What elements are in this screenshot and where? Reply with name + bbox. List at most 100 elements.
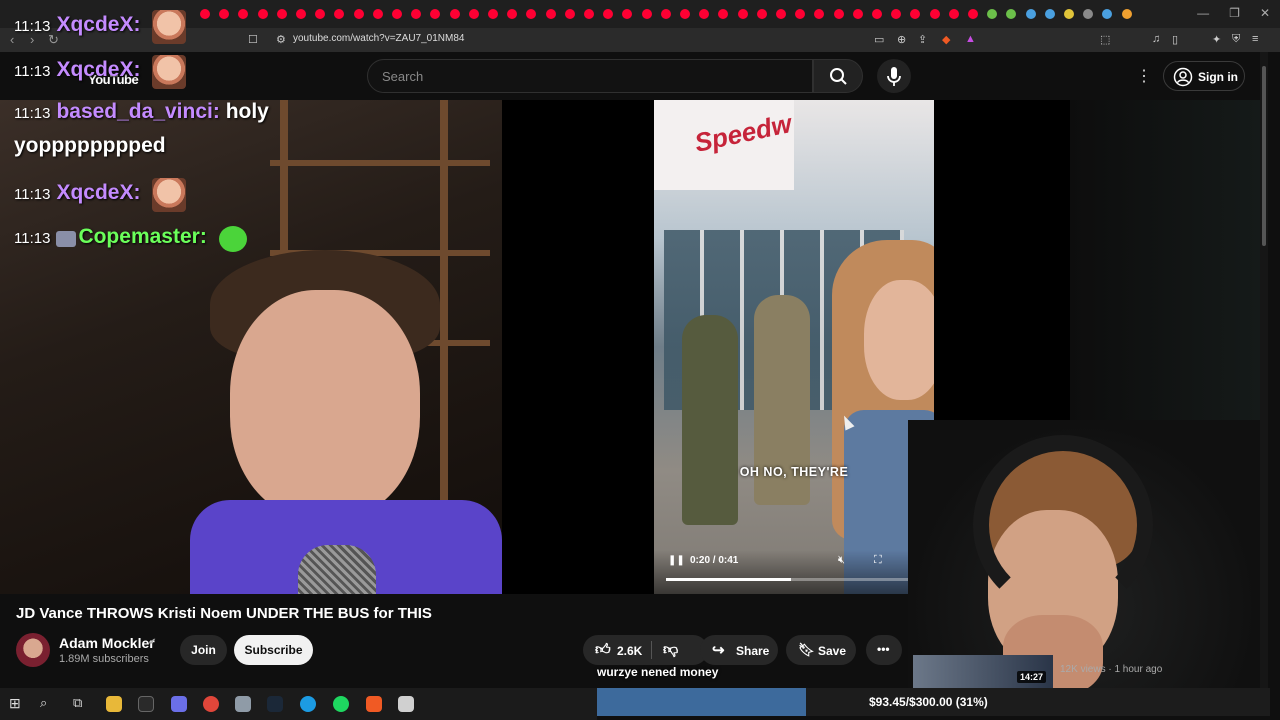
mute-icon[interactable]: 🔇︎ [838,554,845,567]
tab-favicon-icon[interactable] [392,9,402,19]
page-scrollbar[interactable] [1260,52,1268,688]
search-button[interactable] [813,59,863,93]
channel-avatar[interactable] [16,633,50,667]
embedded-clip[interactable]: Speedw OH NO, THEY'RE ❚❚ 0:20 / 0:41 🔇︎ … [654,100,934,594]
tab-favicon-icon[interactable] [564,9,575,19]
menu-icon[interactable]: ≡ [1252,33,1258,45]
close-window-button[interactable]: ✕ [1260,6,1270,20]
save-button[interactable]: 🔖︎ Save [786,635,856,665]
like-count[interactable]: 2.6K [617,644,642,658]
taskbar-search-icon[interactable]: ⌕ [40,695,47,711]
tab-favicon-icon[interactable] [219,9,230,19]
tab-favicon-icon[interactable] [411,9,422,19]
clip-progress-track[interactable] [666,578,922,581]
tab-favicon-icon[interactable] [507,9,518,19]
sign-in-button[interactable]: Sign in [1163,61,1245,91]
tab-favicon-icon[interactable] [756,9,767,19]
tab-favicon-icon[interactable] [545,9,556,19]
task-view-icon[interactable]: ⧉ [73,695,82,711]
vpn-icon[interactable]: ⛨ [1232,33,1240,46]
tab-favicon-icon[interactable] [430,9,441,19]
obs-icon[interactable] [138,696,154,712]
app-icon[interactable] [235,696,251,712]
tab-favicon-icon[interactable] [603,9,614,19]
search-input[interactable]: Search [367,59,813,93]
voice-search-button[interactable] [877,59,911,93]
tab-favicon-icon[interactable] [852,9,863,19]
join-button[interactable]: Join [180,635,227,665]
app-icon[interactable] [398,696,414,712]
tab-favicon-icon[interactable] [1006,9,1017,19]
tab-favicon-icon[interactable] [200,9,210,19]
tab-favicon-icon[interactable] [296,9,306,19]
discord-icon[interactable] [171,696,187,712]
tab-favicon-icon[interactable] [737,9,748,19]
tab-favicon-icon[interactable] [334,9,345,19]
brave-shield-icon[interactable]: ◆ [942,33,950,46]
windows-start-icon[interactable]: ⊞ [9,695,21,712]
tab-favicon-icon[interactable] [315,9,326,19]
brave-icon[interactable] [366,696,382,712]
maximize-button[interactable]: ❐ [1229,6,1240,20]
tab-favicon-icon[interactable] [910,9,921,19]
media-icon[interactable]: ♫ [1152,33,1160,45]
url-field[interactable]: youtube.com/watch?v=ZAU7_01NM84 [293,33,464,44]
scrollbar-thumb[interactable] [1262,66,1266,246]
tab-favicon-icon[interactable] [872,9,882,19]
bookmark-icon[interactable]: ☐ [248,33,258,46]
minimize-button[interactable]: — [1197,6,1209,20]
edge-icon[interactable] [300,696,316,712]
tab-favicon-icon[interactable] [891,9,902,19]
extensions-icon[interactable]: ⬚ [1100,33,1110,46]
tab-favicon-icon[interactable] [660,9,671,19]
spotify-icon[interactable] [333,696,349,712]
site-info-icon[interactable]: ⚙ [276,33,286,46]
window-controls[interactable]: — ❐ ✕ [1197,6,1270,20]
tab-favicon-icon[interactable] [1044,9,1055,19]
tab-favicon-icon[interactable] [1083,9,1094,19]
tab-favicon-icon[interactable] [526,9,537,19]
tab-favicon-icon[interactable] [718,9,729,19]
tab-favicon-icon[interactable] [238,9,249,19]
tab-favicon-icon[interactable] [372,9,383,19]
tab-favicon-icon[interactable] [1025,9,1036,19]
file-explorer-icon[interactable] [106,696,122,712]
sidebar-icon[interactable]: ▯ [1172,33,1178,46]
tab-favicon-icon[interactable] [699,9,710,19]
tab-favicon-icon[interactable] [680,9,690,19]
tab-favicon-icon[interactable] [468,9,479,19]
tab-favicon-icon[interactable] [641,9,652,19]
steam-icon[interactable] [267,696,283,712]
share-button[interactable]: ↪ Share [700,635,778,665]
pause-icon[interactable]: ❚❚ [668,555,685,566]
tab-favicon-icon[interactable] [929,9,940,19]
rewards-icon[interactable]: ▲ [965,33,976,45]
channel-name[interactable]: Adam Mockler [59,635,155,651]
tab-favicon-icon[interactable] [353,9,364,19]
tab-favicon-icon[interactable] [1121,9,1132,19]
tab-favicon-icon[interactable] [622,9,633,19]
tab-favicon-icon[interactable] [833,9,844,19]
dislike-icon[interactable]: 👎︎ [663,641,678,659]
like-icon[interactable]: 👍︎ [595,641,611,659]
tab-favicon-icon[interactable] [1064,9,1074,19]
clip-controls[interactable]: ❚❚ 0:20 / 0:41 🔇︎ ⛶ ⋮ [654,550,934,594]
tab-favicon-icon[interactable] [257,9,268,19]
tab-favicon-icon[interactable] [584,9,594,19]
tab-favicon-icon[interactable] [987,9,998,19]
tab-favicon-icon[interactable] [814,9,825,19]
cast-icon[interactable]: ▭ [874,33,884,46]
tab-favicon-icon[interactable] [795,9,806,19]
tab-favicon-icon[interactable] [276,9,287,19]
leo-icon[interactable]: ✦ [1212,33,1221,46]
tab-favicon-icon[interactable] [1102,9,1113,19]
tab-favicon-icon[interactable] [948,9,959,19]
fullscreen-icon[interactable]: ⛶ [874,554,882,567]
subscribe-button[interactable]: Subscribe [234,635,313,665]
tab-favicon-icon[interactable] [449,9,460,19]
zoom-icon[interactable]: ⊕ [897,33,906,46]
chrome-icon[interactable] [203,696,219,712]
tab-favicon-icon[interactable] [776,9,786,19]
tab-favicon-icon[interactable] [488,9,498,19]
tab-favicon-icon[interactable] [968,9,978,19]
